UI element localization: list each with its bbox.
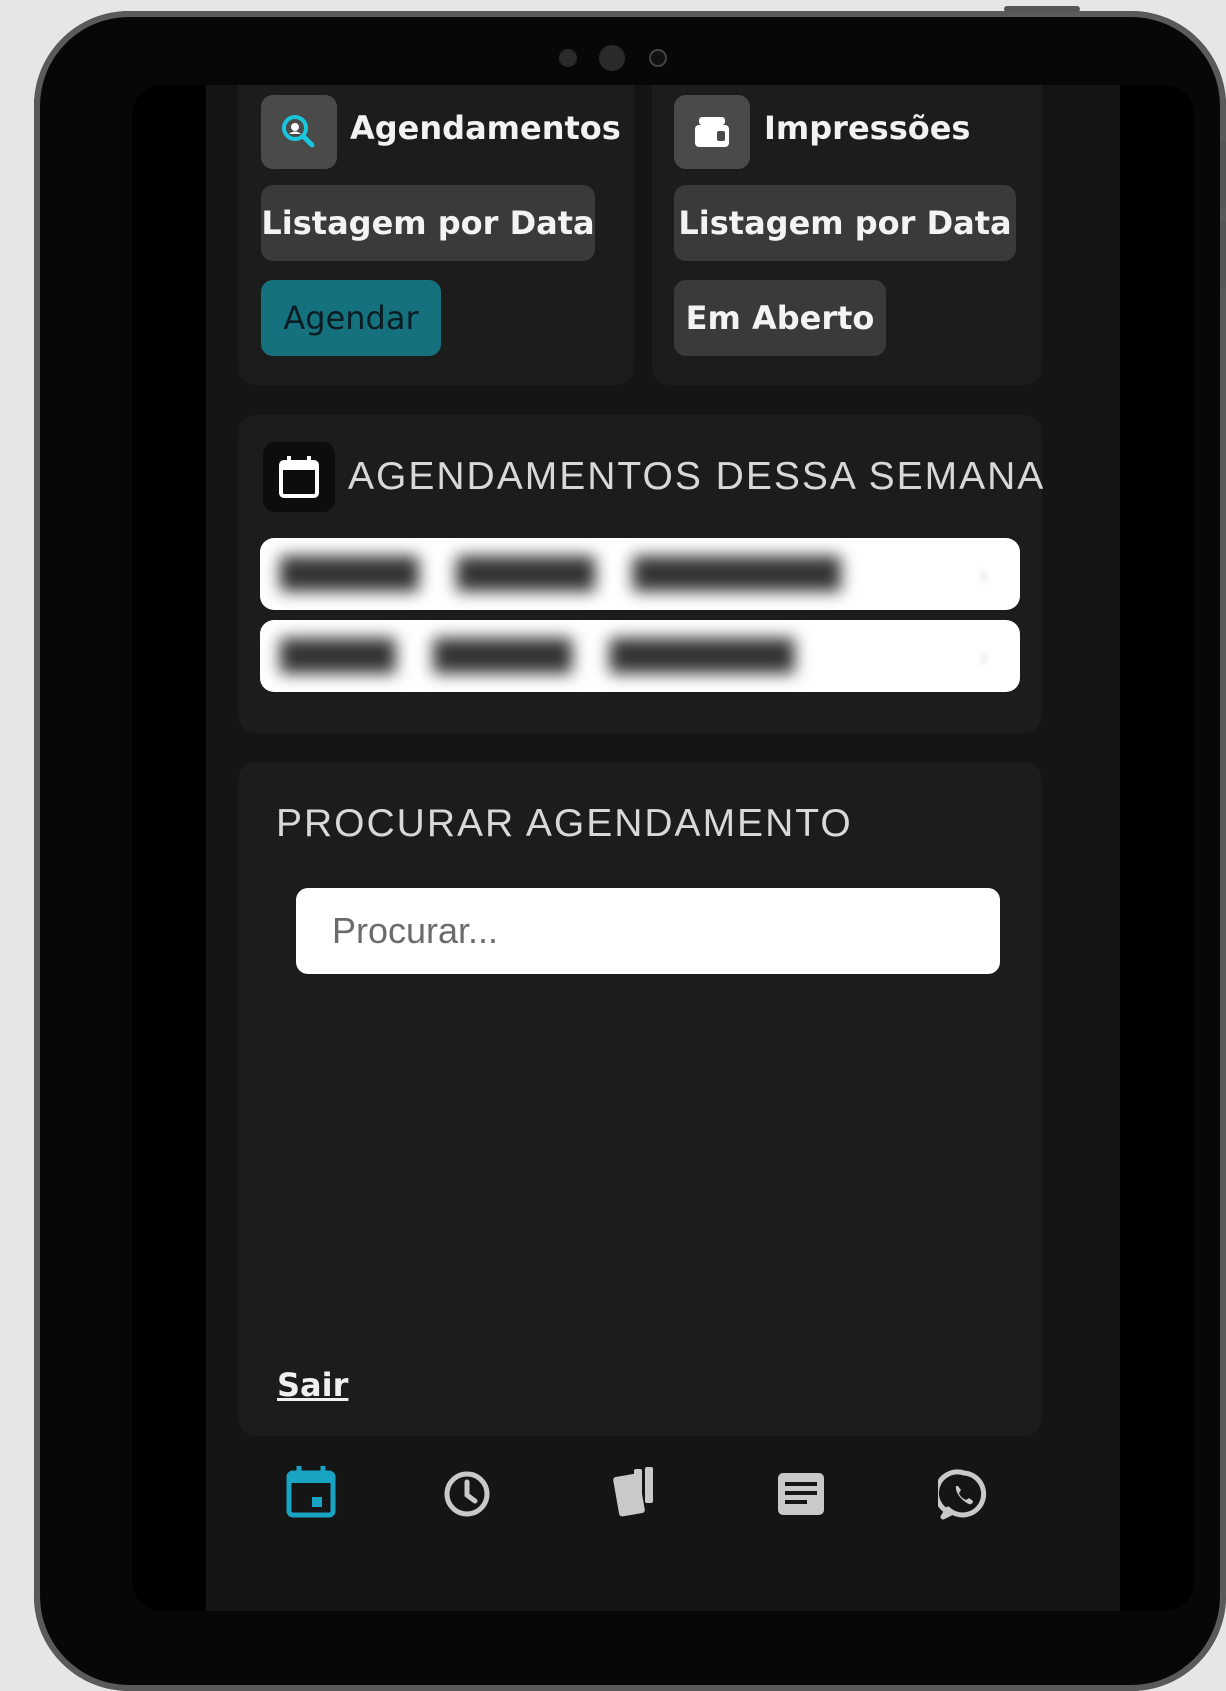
- tablet-frame: Agendamentos Listagem por Data Agendar I…: [34, 6, 1226, 1691]
- blurred-content: ██████ ██████ █████████: [280, 556, 841, 592]
- chevron-right-icon: ›: [977, 556, 990, 594]
- clock-tab-icon[interactable]: [442, 1469, 498, 1525]
- camera-bar: [559, 45, 679, 71]
- search-title: PROCURAR AGENDAMENTO: [276, 802, 853, 845]
- agendamentos-card: Agendamentos Listagem por Data Agendar: [238, 85, 634, 385]
- blurred-content: █████ ██████ ████████: [280, 638, 795, 674]
- impressoes-card: Impressões Listagem por Data Em Aberto: [652, 85, 1042, 385]
- camera-lens: [651, 51, 665, 65]
- em-aberto-button[interactable]: Em Aberto: [674, 280, 886, 356]
- hardware-button: [1004, 6, 1080, 12]
- sensor-dot: [559, 49, 577, 67]
- agendar-button[interactable]: Agendar: [261, 280, 441, 356]
- chevron-right-icon: ›: [977, 638, 990, 676]
- cards-tab-icon[interactable]: [612, 1465, 668, 1521]
- hardware-button: [1220, 221, 1226, 289]
- app-viewport: Agendamentos Listagem por Data Agendar I…: [206, 85, 1120, 1611]
- whatsapp-tab-icon[interactable]: [933, 1469, 994, 1525]
- screen: Agendamentos Listagem por Data Agendar I…: [132, 85, 1194, 1611]
- camera-dot: [599, 45, 625, 71]
- document-tab-icon[interactable]: [776, 1471, 832, 1527]
- calendar-tab-icon[interactable]: [286, 1465, 342, 1521]
- impressoes-title: Impressões: [764, 109, 971, 147]
- week-title: AGENDAMENTOS DESSA SEMANA: [348, 455, 1046, 498]
- hardware-button: [1220, 141, 1226, 209]
- wallet-icon: [674, 95, 750, 169]
- logout-link[interactable]: Sair: [277, 1366, 348, 1404]
- search-input[interactable]: Procurar...: [296, 888, 1000, 974]
- agendamentos-title: Agendamentos: [350, 109, 621, 147]
- listagem-por-data-button[interactable]: Listagem por Data: [674, 185, 1016, 261]
- search-calendar-icon: [261, 95, 337, 169]
- appointment-row[interactable]: █████ ██████ ████████ ›: [260, 620, 1020, 692]
- listagem-por-data-button[interactable]: Listagem por Data: [261, 185, 595, 261]
- search-section: PROCURAR AGENDAMENTO Procurar... Sair: [238, 762, 1042, 1436]
- week-section: AGENDAMENTOS DESSA SEMANA ██████ ██████ ██…: [238, 415, 1046, 733]
- calendar-icon: [263, 442, 335, 512]
- appointment-row[interactable]: ██████ ██████ █████████ ›: [260, 538, 1020, 610]
